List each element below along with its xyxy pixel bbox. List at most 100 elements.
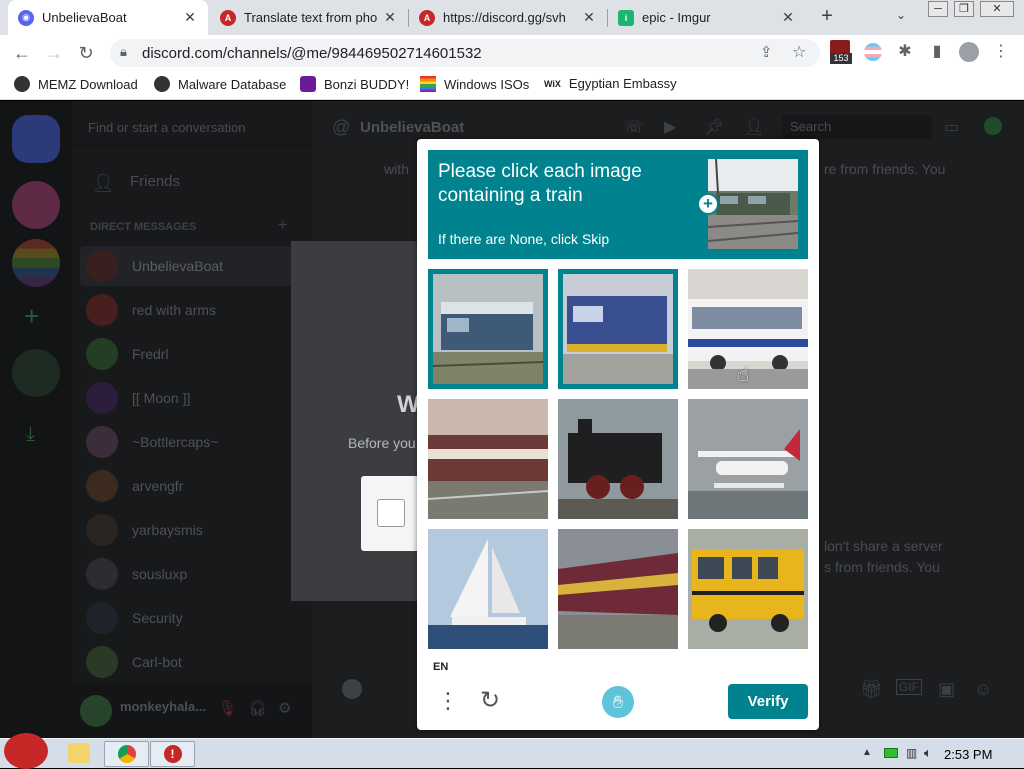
dm-item[interactable]: Fredrl xyxy=(86,338,169,370)
avatar xyxy=(86,338,118,370)
attach-plus-icon[interactable] xyxy=(342,679,362,699)
bookmarks-bar: MEMZ Download Malware Database Bonzi BUD… xyxy=(0,70,1024,100)
address-bar[interactable]: 🔒︎ discord.com/channels/@me/984469502714… xyxy=(110,39,820,67)
friends-icon: 👤︎ xyxy=(92,173,115,193)
extension-calendar-icon[interactable]: 153 xyxy=(830,40,852,66)
chat-search-input[interactable]: Search xyxy=(782,115,932,139)
clock[interactable]: 2:53 PM xyxy=(944,747,992,762)
bookmark-egyptian-embassy[interactable]: WiX Egyptian Embassy xyxy=(544,76,677,91)
captcha-tile[interactable] xyxy=(558,269,678,389)
bookmark-star-icon[interactable]: ☆ xyxy=(792,42,806,62)
verify-button[interactable]: Verify xyxy=(728,684,808,719)
reload-button[interactable]: ↻ xyxy=(74,41,98,65)
bookmark-bonzi-buddy[interactable]: Bonzi BUDDY! xyxy=(300,76,409,92)
new-tab-button[interactable]: + xyxy=(816,5,838,28)
emoji-icon[interactable]: ☺ xyxy=(974,679,992,700)
settings-gear-icon[interactable]: ⚙ xyxy=(278,699,291,717)
tab-discord-invite[interactable]: A https://discord.gg/svh ✕ xyxy=(409,0,607,35)
extension-flag-icon[interactable] xyxy=(862,41,884,63)
close-tab-icon[interactable]: ✕ xyxy=(780,9,796,26)
avatar xyxy=(86,470,118,502)
language-selector[interactable]: EN xyxy=(433,661,448,673)
inbox-icon[interactable]: ▭ xyxy=(944,117,959,137)
tab-imgur[interactable]: i epic - Imgur ✕ xyxy=(608,0,806,35)
side-panel-icon[interactable]: ▮ xyxy=(926,41,948,63)
volume-icon[interactable]: 🔈︎ xyxy=(924,745,932,761)
help-icon[interactable] xyxy=(984,117,1002,135)
discord-home-icon[interactable] xyxy=(12,115,60,163)
back-button[interactable]: ← xyxy=(10,41,34,65)
battery-icon[interactable] xyxy=(884,748,898,758)
captcha-tile[interactable] xyxy=(558,399,678,519)
create-dm-icon[interactable]: + xyxy=(278,217,287,235)
prompt-text: Please click each image containing a tra… xyxy=(438,161,642,206)
kebab-menu-icon[interactable]: ⋮ xyxy=(990,41,1012,63)
dm-search-input[interactable]: Find or start a conversation xyxy=(88,120,246,135)
file-explorer-icon[interactable] xyxy=(68,743,90,763)
dm-item[interactable]: red with arms xyxy=(86,294,216,326)
refresh-challenge-icon[interactable]: ↻ xyxy=(477,688,503,714)
captcha-checkbox[interactable] xyxy=(377,499,405,527)
taskbar-chrome-button[interactable] xyxy=(104,741,149,767)
more-options-icon[interactable]: ⋮ xyxy=(437,689,459,713)
forward-button[interactable]: → xyxy=(42,41,66,65)
translate-icon: A xyxy=(419,9,435,26)
gif-icon[interactable]: GIF xyxy=(896,679,922,695)
captcha-tile[interactable] xyxy=(558,529,678,649)
train-image xyxy=(428,399,548,519)
dm-item[interactable]: Security xyxy=(86,602,183,634)
captcha-tile[interactable] xyxy=(428,529,548,649)
restore-button[interactable]: ❐ xyxy=(954,1,974,17)
close-tab-icon[interactable]: ✕ xyxy=(182,9,198,26)
taskbar-app-button[interactable]: ! xyxy=(150,741,195,767)
captcha-tile[interactable] xyxy=(428,399,548,519)
add-server-icon[interactable]: + xyxy=(24,301,39,332)
tray-chevron-icon[interactable]: ▲ xyxy=(862,747,872,758)
dm-item[interactable]: UnbelievaBoat xyxy=(86,250,223,282)
zoom-plus-icon[interactable]: + xyxy=(697,193,719,215)
explore-servers-icon[interactable] xyxy=(12,349,60,397)
dm-item[interactable]: Carl-bot xyxy=(86,646,182,678)
tab-unbelievaboat[interactable]: ◉ UnbelievaBoat ✕ xyxy=(8,0,208,35)
video-call-icon[interactable]: ▶ xyxy=(664,117,676,137)
hcaptcha-challenge: Please click each image containing a tra… xyxy=(417,139,819,730)
bookmark-windows-isos[interactable]: Windows ISOs xyxy=(420,76,529,92)
tab-translate[interactable]: A Translate text from pho ✕ xyxy=(210,0,408,35)
dm-item[interactable]: [[ Moon ]] xyxy=(86,382,190,414)
voice-call-icon[interactable]: ☏ xyxy=(624,117,644,137)
gift-icon[interactable]: 🎁︎ xyxy=(860,679,883,700)
avatar xyxy=(86,382,118,414)
sticker-icon[interactable]: ▣ xyxy=(938,679,955,700)
profile-avatar-icon[interactable] xyxy=(958,41,980,63)
close-window-button[interactable]: ✕ xyxy=(980,1,1014,17)
server-icon[interactable] xyxy=(12,181,60,229)
server-icon[interactable] xyxy=(12,239,60,287)
network-icon[interactable]: ▥ xyxy=(906,746,917,760)
bookmark-memz[interactable]: MEMZ Download xyxy=(14,76,138,92)
example-image[interactable] xyxy=(708,159,798,249)
captcha-tile[interactable] xyxy=(428,269,548,389)
dm-item[interactable]: ~Bottlercaps~ xyxy=(86,426,218,458)
start-button-angry-bird-icon[interactable] xyxy=(4,733,48,769)
extensions-puzzle-icon[interactable]: ✱ xyxy=(894,41,916,63)
avatar[interactable] xyxy=(80,695,112,727)
friends-nav-item[interactable]: Friends xyxy=(130,173,180,190)
captcha-tile[interactable] xyxy=(688,399,808,519)
close-tab-icon[interactable]: ✕ xyxy=(382,9,398,26)
tab-search-chevron-icon[interactable]: ⌄ xyxy=(896,8,906,22)
dm-item[interactable]: yarbaysmis xyxy=(86,514,203,546)
mute-icon[interactable]: 🎙︎ xyxy=(218,699,237,717)
pin-icon[interactable]: 📌︎ xyxy=(704,117,724,137)
add-friend-icon[interactable]: 👤︎ xyxy=(744,117,764,137)
download-icon[interactable]: ⤓ xyxy=(26,423,35,446)
captcha-tile[interactable] xyxy=(688,529,808,649)
hcaptcha-logo-icon[interactable]: ✋︎ xyxy=(602,686,634,718)
train-example-image xyxy=(708,159,798,249)
minimize-button[interactable]: ─ xyxy=(928,1,948,17)
dm-item[interactable]: arvengfr xyxy=(86,470,183,502)
dm-item[interactable]: sousluxp xyxy=(86,558,187,590)
share-icon[interactable]: ⇪ xyxy=(760,43,773,61)
close-tab-icon[interactable]: ✕ xyxy=(581,9,597,26)
bookmark-malware-database[interactable]: Malware Database xyxy=(154,76,286,92)
headphones-icon[interactable]: 🎧︎ xyxy=(248,699,267,717)
